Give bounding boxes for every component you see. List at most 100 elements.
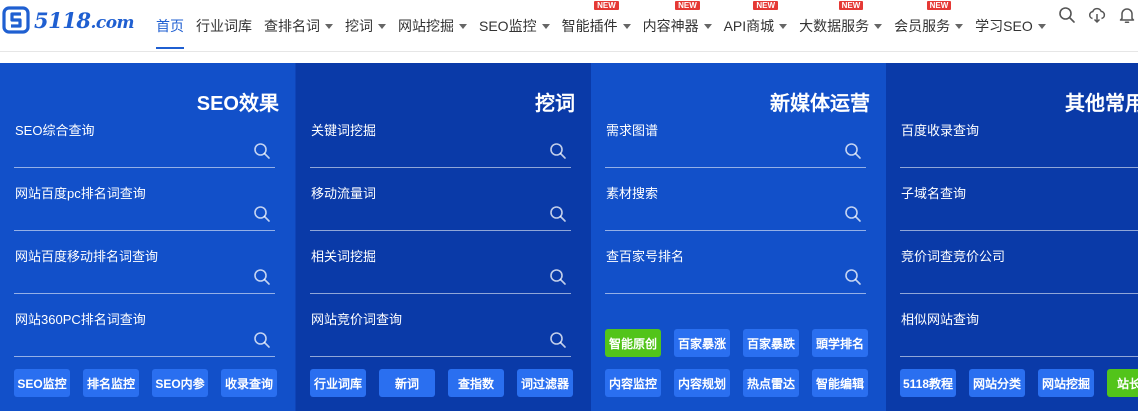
- nav-item-label: SEO监控: [479, 18, 537, 34]
- quick-link-row: SEO监控 排名监控 SEO内参 收录查询: [14, 369, 284, 397]
- search-icon[interactable]: [1058, 6, 1076, 24]
- search-field[interactable]: 查百家号排名: [605, 246, 866, 294]
- quick-link-button[interactable]: 新词: [379, 369, 435, 397]
- nav-item-11[interactable]: 学习SEO: [969, 0, 1052, 52]
- search-field[interactable]: SEO综合查询: [14, 120, 275, 168]
- quick-link-button[interactable]: 网站挖掘: [1038, 369, 1094, 397]
- nav-item-7[interactable]: 内容神器 NEW: [637, 0, 718, 52]
- nav-item-2[interactable]: 查排名词: [258, 0, 339, 52]
- search-field[interactable]: 网站竞价词查询: [310, 309, 571, 357]
- nav-item-4[interactable]: 网站挖掘: [392, 0, 473, 52]
- search-field-label: 需求图谱: [606, 123, 659, 138]
- quick-link-button[interactable]: 排名监控: [83, 369, 139, 397]
- search-field-label: 网站360PC排名词查询: [15, 312, 146, 327]
- search-icon[interactable]: [844, 142, 862, 160]
- quick-link-button[interactable]: 内容规划: [674, 369, 730, 397]
- chevron-down-icon: [378, 23, 386, 29]
- quick-link-button[interactable]: SEO内参: [152, 369, 208, 397]
- quick-link-button[interactable]: 智能原创: [605, 329, 661, 357]
- quick-link-button[interactable]: 词过滤器: [517, 369, 573, 397]
- search-field[interactable]: 子域名查询: [900, 183, 1138, 231]
- search-icon[interactable]: [253, 268, 271, 286]
- quick-link-button[interactable]: 收录查询: [221, 369, 277, 397]
- new-badge: NEW: [675, 1, 700, 10]
- search-field[interactable]: 关键词挖掘: [310, 120, 571, 168]
- chevron-down-icon: [779, 23, 788, 29]
- search-field[interactable]: 竞价词查竞价公司: [900, 246, 1138, 294]
- search-field-label: 相似网站查询: [901, 312, 980, 327]
- nav-item-1[interactable]: 行业词库: [190, 0, 258, 52]
- quick-link-button[interactable]: 热点雷达: [743, 369, 799, 397]
- search-field[interactable]: 百度收录查询: [900, 120, 1138, 168]
- search-field[interactable]: 相似网站查询: [900, 309, 1138, 357]
- chevron-down-icon: [325, 23, 333, 29]
- search-icon[interactable]: [549, 205, 567, 223]
- search-icon[interactable]: [253, 331, 271, 349]
- search-icon[interactable]: [549, 142, 567, 160]
- quick-link-button[interactable]: 行业词库: [310, 369, 366, 397]
- nav-item-label: 挖词: [345, 18, 373, 34]
- nav-item-label: 智能插件: [561, 18, 618, 34]
- chevron-down-icon: [541, 23, 550, 29]
- search-field-label: 查百家号排名: [606, 249, 685, 264]
- quick-link-button[interactable]: 百家暴涨: [674, 329, 730, 357]
- search-icon[interactable]: [253, 205, 271, 223]
- logo-mark-icon: [2, 6, 30, 34]
- search-icon[interactable]: [844, 268, 862, 286]
- search-field[interactable]: 素材搜索: [605, 183, 866, 231]
- top-navigation-bar: 5118.com 首页 行业词库 查排名词 挖词 网站挖掘 SEO监控 智能插件 NEW 内容神…: [0, 0, 1138, 52]
- search-icon[interactable]: [549, 331, 567, 349]
- search-field[interactable]: 网站百度pc排名词查询: [14, 183, 275, 231]
- quick-link-button[interactable]: 内容监控: [605, 369, 661, 397]
- search-field[interactable]: 移动流量词: [310, 183, 571, 231]
- logo-wordmark: 5118.com: [34, 7, 135, 33]
- logo-text: 5118: [34, 7, 91, 33]
- new-badge: NEW: [838, 1, 864, 10]
- quick-link-button[interactable]: 查指数: [448, 369, 504, 397]
- nav-item-3[interactable]: 挖词: [339, 0, 392, 52]
- quick-link-button[interactable]: SEO监控: [14, 369, 70, 397]
- nav-item-10[interactable]: 会员服务 NEW: [888, 0, 969, 52]
- search-field-label: 素材搜索: [606, 186, 659, 201]
- nav-item-label: 内容神器: [642, 18, 699, 34]
- search-field-label: 子域名查询: [901, 186, 967, 201]
- tool-panels-banner: SEO效果 SEO综合查询 网站百度pc排名词查询 网站百度移动排名词查询 网站360P…: [0, 63, 1138, 411]
- search-icon[interactable]: [549, 268, 567, 286]
- nav-item-label: 学习SEO: [975, 18, 1033, 34]
- nav-item-label: 查排名词: [264, 18, 320, 34]
- tool-panel-0: SEO效果 SEO综合查询 网站百度pc排名词查询 网站百度移动排名词查询 网站360P…: [0, 63, 295, 411]
- search-field[interactable]: 网站百度移动排名词查询: [14, 246, 275, 294]
- chevron-down-icon: [1037, 23, 1046, 29]
- search-icon[interactable]: [844, 205, 862, 223]
- site-logo[interactable]: 5118.com: [2, 6, 135, 34]
- nav-item-5[interactable]: SEO监控: [473, 0, 556, 52]
- new-badge: NEW: [926, 1, 952, 10]
- nav-item-8[interactable]: API商城 NEW: [718, 0, 794, 52]
- cloud-download-icon[interactable]: [1088, 6, 1106, 24]
- nav-item-0[interactable]: 首页: [150, 0, 190, 52]
- nav-item-label: 首页: [156, 18, 184, 34]
- search-field-label: 移动流量词: [311, 186, 377, 201]
- nav-item-label: 会员服务: [894, 18, 951, 34]
- quick-link-button[interactable]: 智能编辑: [812, 369, 868, 397]
- quick-link-button[interactable]: 站长工: [1107, 369, 1138, 397]
- nav-item-6[interactable]: 智能插件 NEW: [556, 0, 637, 52]
- search-field[interactable]: 网站360PC排名词查询: [14, 309, 275, 357]
- quick-link-button[interactable]: 5118教程: [900, 369, 956, 397]
- nav-item-9[interactable]: 大数据服务 NEW: [793, 0, 888, 52]
- search-field-label: 网站百度移动排名词查询: [15, 249, 159, 264]
- chevron-down-icon: [874, 23, 883, 29]
- search-field-label: 关键词挖掘: [311, 123, 377, 138]
- search-icon[interactable]: [253, 142, 271, 160]
- tool-panel-2: 新媒体运营 需求图谱 素材搜索 查百家号排名 智能原创 百家暴涨 百家暴跌 頭学排名 内容监控内…: [591, 63, 886, 411]
- quick-link-row: 行业词库 新词 查指数 词过滤器: [310, 369, 580, 397]
- quick-link-button[interactable]: 网站分类: [969, 369, 1025, 397]
- quick-link-button[interactable]: 百家暴跌: [743, 329, 799, 357]
- quick-link-button[interactable]: 頭学排名: [812, 329, 868, 357]
- chevron-down-icon: [703, 23, 712, 29]
- search-field[interactable]: 需求图谱: [605, 120, 866, 168]
- search-field[interactable]: 相关词挖掘: [310, 246, 571, 294]
- search-field-label: 网站竞价词查询: [311, 312, 403, 327]
- tool-panel-1: 挖词 关键词挖掘 移动流量词 相关词挖掘 网站竞价词查询 行业词库 新词 查指数 词过滤器: [296, 63, 591, 411]
- bell-icon[interactable]: [1118, 6, 1136, 24]
